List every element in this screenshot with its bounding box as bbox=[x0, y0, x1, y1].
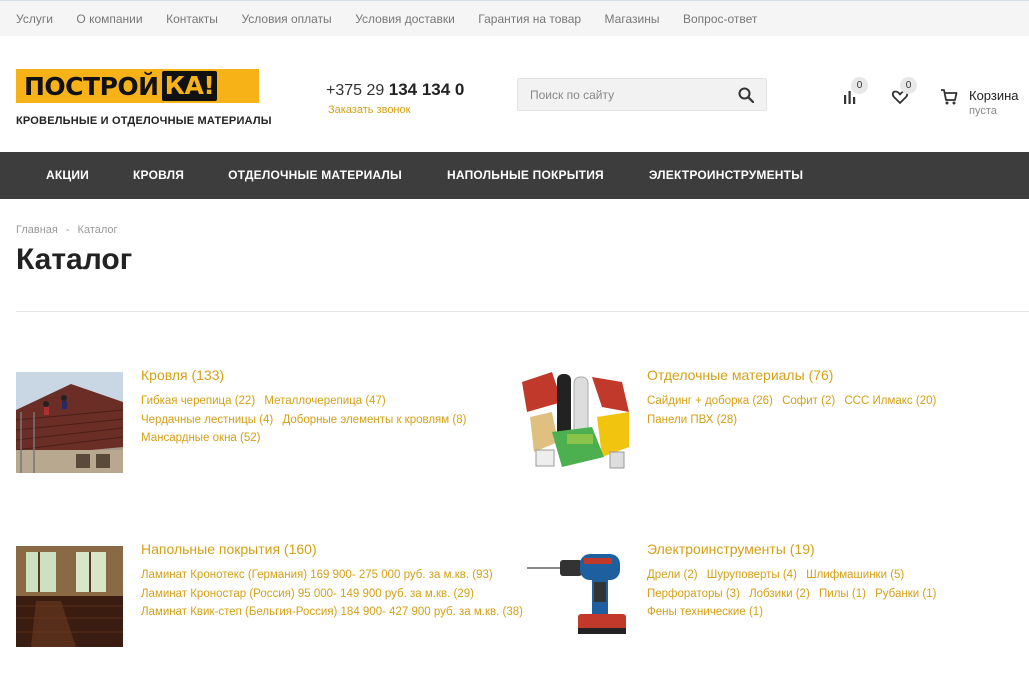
page-title: Каталог bbox=[16, 243, 133, 276]
logo-mark: ПОСТРОЙ КА! bbox=[16, 69, 259, 103]
breadcrumb: Главная - Каталог bbox=[16, 224, 118, 236]
subcategory-link[interactable]: Лобзики (2) bbox=[749, 588, 810, 600]
toplink-payment[interactable]: Условия оплаты bbox=[241, 1, 331, 37]
nav-item-flooring[interactable]: Напольные покрытия bbox=[431, 152, 620, 199]
toplink-stores[interactable]: Магазины bbox=[605, 1, 660, 37]
subcategory-list-power-tools: Дрели (2) Шуруповерты (4) Шлифмашинки (5… bbox=[647, 566, 1027, 622]
breadcrumb-separator: - bbox=[65, 224, 70, 236]
cart-status: пуста bbox=[969, 105, 997, 117]
category-image-power-tools[interactable] bbox=[522, 546, 629, 647]
subcategory-link[interactable]: Мансардные окна (52) bbox=[141, 432, 260, 444]
subcategory-link[interactable]: Гибкая черепица (22) bbox=[141, 395, 255, 407]
main-nav: Акции Кровля Отделочные материалы Наполь… bbox=[0, 152, 1029, 199]
phone-number[interactable]: +375 29 134 134 0 bbox=[326, 80, 464, 100]
nav-item-roofing[interactable]: Кровля bbox=[117, 152, 200, 199]
subcategory-list-roofing: Гибкая черепица (22) Металлочерепица (47… bbox=[141, 392, 521, 448]
category-title-finishing[interactable]: Отделочные материалы (76) bbox=[647, 367, 833, 383]
subcategory-link[interactable]: Ламинат Кронотекс (Германия) 169 900- 27… bbox=[141, 569, 493, 581]
subcategory-link[interactable]: Сайдинг + доборка (26) bbox=[647, 395, 773, 407]
toplink-warranty[interactable]: Гарантия на товар bbox=[478, 1, 581, 37]
site-logo[interactable]: ПОСТРОЙ КА! КРОВЕЛЬНЫЕ И ОТДЕЛОЧНЫЕ МАТЕР… bbox=[16, 69, 272, 127]
nav-item-finishing[interactable]: Отделочные материалы bbox=[212, 152, 418, 199]
subcategory-link[interactable]: Ламинат Кроностар (Россия) 95 000- 149 9… bbox=[141, 588, 474, 600]
subcategory-link[interactable]: Рубанки (1) bbox=[875, 588, 936, 600]
subcategory-list-flooring: Ламинат Кронотекс (Германия) 169 900- 27… bbox=[141, 566, 523, 622]
toplink-about[interactable]: О компании bbox=[76, 1, 142, 37]
cart-button[interactable]: Корзина пуста bbox=[940, 88, 1019, 117]
subcategory-link[interactable]: Перфораторы (3) bbox=[647, 588, 740, 600]
subcategory-link[interactable]: Дрели (2) bbox=[647, 569, 698, 581]
phone-prefix: +375 29 bbox=[326, 82, 389, 99]
divider bbox=[16, 311, 1029, 312]
breadcrumb-home[interactable]: Главная bbox=[16, 224, 58, 236]
toplink-contacts[interactable]: Контакты bbox=[166, 1, 218, 37]
compare-count-badge: 0 bbox=[851, 77, 868, 94]
category-title-roofing[interactable]: Кровля (133) bbox=[141, 367, 224, 383]
subcategory-link[interactable]: Ламинат Квик-степ (Бельгия-Россия) 184 9… bbox=[141, 606, 523, 618]
subcategory-link[interactable]: Доборные элементы к кровлям (8) bbox=[282, 414, 466, 426]
category-image-flooring[interactable] bbox=[16, 546, 123, 647]
subcategory-link[interactable]: Шлифмашинки (5) bbox=[806, 569, 904, 581]
search-box bbox=[517, 78, 767, 111]
nav-item-sales[interactable]: Акции bbox=[30, 152, 105, 199]
toplink-delivery[interactable]: Условия доставки bbox=[355, 1, 455, 37]
subcategory-link[interactable]: Чердачные лестницы (4) bbox=[141, 414, 273, 426]
nav-item-power-tools[interactable]: Электроинструменты bbox=[633, 152, 819, 199]
toplink-faq[interactable]: Вопрос-ответ bbox=[683, 1, 757, 37]
phone-main: 134 134 0 bbox=[388, 80, 465, 99]
logo-subtitle: КРОВЕЛЬНЫЕ И ОТДЕЛОЧНЫЕ МАТЕРИАЛЫ bbox=[16, 115, 272, 127]
category-title-flooring[interactable]: Напольные покрытия (160) bbox=[141, 541, 317, 557]
subcategory-link[interactable]: CCC Илмакс (20) bbox=[844, 395, 936, 407]
logo-text-ka: КА! bbox=[161, 71, 218, 101]
callback-link[interactable]: Заказать звонок bbox=[328, 104, 410, 116]
subcategory-link[interactable]: Шуруповерты (4) bbox=[707, 569, 797, 581]
category-image-roofing[interactable] bbox=[16, 372, 123, 473]
phone-block: +375 29 134 134 0 Заказать звонок bbox=[326, 80, 464, 118]
favorites-count-badge: 0 bbox=[900, 77, 917, 94]
toplink-services[interactable]: Услуги bbox=[16, 1, 53, 37]
cart-title: Корзина bbox=[969, 88, 1019, 103]
search-input[interactable] bbox=[518, 79, 718, 110]
top-links-bar: Услуги О компании Контакты Условия оплат… bbox=[0, 0, 1029, 36]
subcategory-link[interactable]: Панели ПВХ (28) bbox=[647, 414, 737, 426]
breadcrumb-current: Каталог bbox=[77, 224, 118, 236]
subcategory-link[interactable]: Пилы (1) bbox=[819, 588, 866, 600]
cart-icon bbox=[941, 89, 958, 105]
logo-text-main: ПОСТРОЙ bbox=[24, 71, 159, 101]
search-icon[interactable] bbox=[738, 87, 754, 103]
subcategory-link[interactable]: Фены технические (1) bbox=[647, 606, 763, 618]
site-header: ПОСТРОЙ КА! КРОВЕЛЬНЫЕ И ОТДЕЛОЧНЫЕ МАТЕР… bbox=[0, 36, 1029, 152]
subcategory-list-finishing: Сайдинг + доборка (26) Софит (2) CCC Илм… bbox=[647, 392, 1027, 429]
favorites-button[interactable]: 0 bbox=[891, 77, 917, 108]
compare-button[interactable]: 0 bbox=[842, 77, 868, 108]
subcategory-link[interactable]: Металлочерепица (47) bbox=[264, 395, 385, 407]
category-image-finishing[interactable] bbox=[522, 372, 629, 473]
subcategory-link[interactable]: Софит (2) bbox=[782, 395, 835, 407]
category-title-power-tools[interactable]: Электроинструменты (19) bbox=[647, 541, 815, 557]
